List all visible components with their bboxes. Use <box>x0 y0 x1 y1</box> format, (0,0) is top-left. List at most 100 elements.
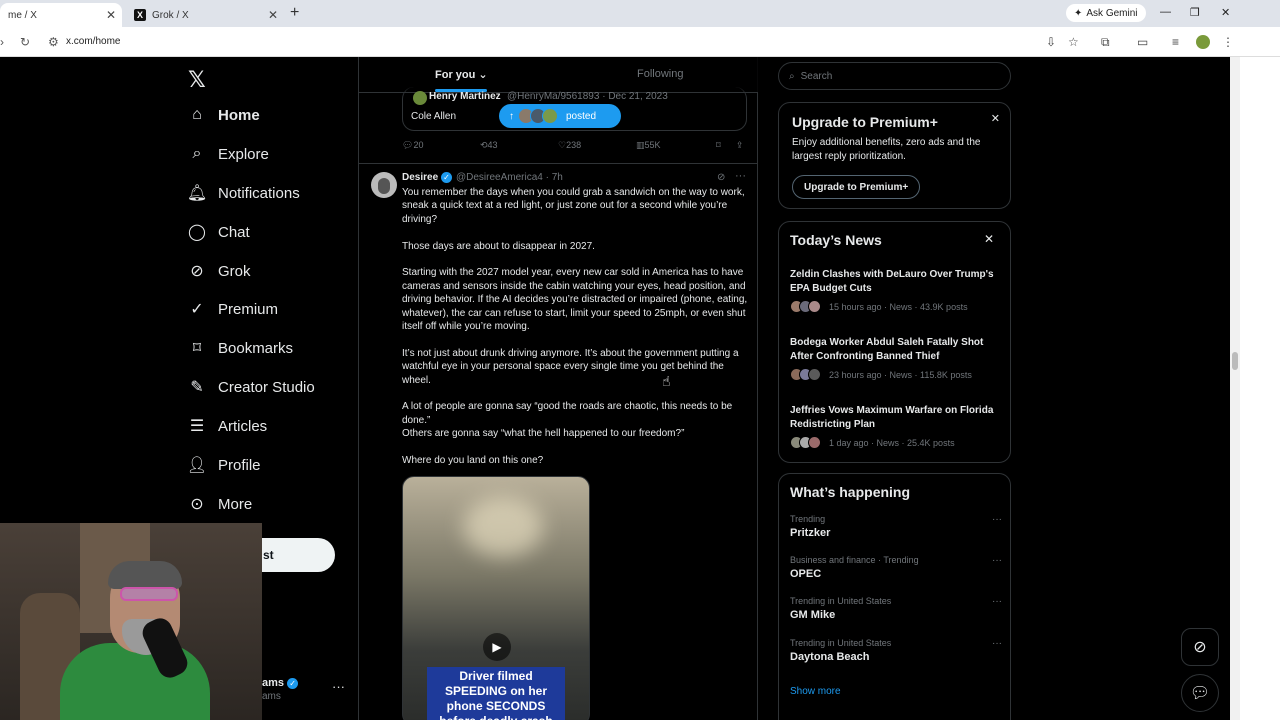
site-info-icon[interactable]: ⚙ <box>48 35 59 49</box>
avatar[interactable] <box>371 172 397 198</box>
nav-label: Explore <box>218 145 269 163</box>
account-handle: ams <box>262 691 281 702</box>
ask-gemini-label: Ask Gemini <box>1086 7 1138 19</box>
trend-item[interactable]: Trending in United States GM Mike ··· <box>790 596 1002 621</box>
more-options-icon[interactable]: ··· <box>992 514 1002 525</box>
more-options-icon[interactable]: ··· <box>735 170 746 182</box>
nav-item-premium[interactable]: ✓ Premium <box>186 294 278 324</box>
author-name-text: Desiree <box>402 172 439 184</box>
nav-item-notifications[interactable]: 🔔︎ Notifications <box>186 178 300 208</box>
show-more-link[interactable]: Show more <box>790 686 841 697</box>
close-icon[interactable]: ✕ <box>991 112 1000 125</box>
premium-icon: ✓ <box>190 301 204 318</box>
grok-explain-icon[interactable]: ⊘ <box>717 172 725 183</box>
chat-icon: ◯ <box>188 224 206 241</box>
post-paragraph: Those days are about to disappear in 202… <box>402 240 595 252</box>
close-tab-icon[interactable]: ✕ <box>268 8 278 22</box>
close-tab-icon[interactable]: ✕ <box>106 8 116 22</box>
grok-fab-icon[interactable]: ⊘ <box>1181 628 1219 666</box>
news-headline: Jeffries Vows Maximum Warfare on Florida… <box>790 405 994 430</box>
nav-item-chat[interactable]: ◯ Chat <box>186 217 250 247</box>
media-icon[interactable]: ≡ <box>1172 35 1179 49</box>
premium-description: Enjoy additional benefits, zero ads and … <box>792 137 981 162</box>
trend-item[interactable]: Trending in United States Daytona Beach … <box>790 638 1002 663</box>
news-title: Today’s News <box>790 232 882 248</box>
close-icon[interactable]: ✕ <box>984 232 994 246</box>
x-logo-icon[interactable]: 𝕏 <box>188 67 206 93</box>
gemini-sparkle-icon: ✦ <box>1074 7 1083 19</box>
messages-fab-icon[interactable]: 💬︎ <box>1181 674 1219 712</box>
account-switcher[interactable]: ams ✓ <box>262 677 299 689</box>
quoted-post[interactable]: Henry Martinez @HenryMa/9561893 · Dec 21… <box>402 87 747 131</box>
account-name: ams <box>262 677 285 689</box>
ask-gemini-button[interactable]: ✦ Ask Gemini <box>1066 4 1146 22</box>
restore-icon[interactable]: ❐ <box>1190 6 1200 19</box>
articles-icon: ☰ <box>189 418 205 435</box>
views-button[interactable]: ▥ 55K <box>636 140 661 151</box>
more-options-icon[interactable]: ··· <box>992 596 1002 607</box>
extensions-icon[interactable]: ⧉ <box>1101 35 1110 50</box>
upgrade-premium-button[interactable]: Upgrade to Premium+ <box>792 175 921 199</box>
share-icon[interactable]: ⇪ <box>736 140 744 151</box>
trend-item[interactable]: Trending Pritzker ··· <box>790 514 1002 539</box>
avatar <box>413 91 427 105</box>
nav-label: More <box>218 495 253 513</box>
nav-item-profile[interactable]: 👤︎ Profile <box>186 450 261 480</box>
profile-avatar-icon[interactable] <box>1196 35 1210 49</box>
video-player[interactable]: ▶ Driver filmed SPEEDING on her phone SE… <box>402 476 590 720</box>
nav-item-grok[interactable]: ⊘ Grok <box>186 256 250 286</box>
news-avatars <box>790 436 821 449</box>
page-scrollbar[interactable] <box>1230 57 1240 720</box>
reply-button[interactable]: 💬︎ 20 <box>402 140 423 151</box>
search-placeholder: Search <box>800 70 833 82</box>
author-handle[interactable]: @DesireeAmerica4 · 7h <box>456 172 563 183</box>
bookmark-star-icon[interactable]: ☆ <box>1068 35 1079 49</box>
news-meta: 15 hours ago · News · 43.9K posts <box>829 301 968 312</box>
trend-name: OPEC <box>790 568 822 580</box>
bookmark-icon[interactable]: ⌑ <box>716 140 721 151</box>
search-input[interactable]: ⌕ Search <box>778 62 1011 90</box>
menu-kebab-icon[interactable]: ⋮ <box>1222 35 1234 49</box>
timeline: For you ⌄ Following Henry Martinez @Henr… <box>358 57 758 720</box>
more-options-icon[interactable]: ··· <box>992 638 1002 649</box>
nav-item-more[interactable]: ⊙ More <box>186 489 252 519</box>
x-favicon-icon: X <box>134 9 146 21</box>
minimize-icon[interactable]: — <box>1160 6 1171 18</box>
nav-item-home[interactable]: ⌂ Home <box>186 100 260 130</box>
news-item[interactable]: Bodega Worker Abdul Saleh Fatally Shot A… <box>790 336 1002 381</box>
tab-for-you[interactable]: For you ⌄ <box>435 68 488 81</box>
quote-author-handle: @HenryMa/9561893 · Dec 21, 2023 <box>507 91 668 102</box>
browser-tab-bar: me / X ✕ X Grok / X ✕ + ✦ Ask Gemini — ❐… <box>0 0 1280 27</box>
forward-icon[interactable]: › <box>0 35 4 49</box>
browser-tab-grok[interactable]: X Grok / X ✕ <box>126 3 284 27</box>
tab-following[interactable]: Following <box>637 68 683 80</box>
news-item[interactable]: Jeffries Vows Maximum Warfare on Florida… <box>790 404 1002 449</box>
post-button[interactable]: st <box>261 538 335 572</box>
post[interactable]: Desiree ✓ @DesireeAmerica4 · 7h ⊘ ··· Yo… <box>359 163 758 720</box>
url-field[interactable]: x.com/home <box>66 36 120 47</box>
new-posts-pill[interactable]: ↑ posted <box>499 104 621 128</box>
more-options-icon[interactable]: ··· <box>992 555 1002 566</box>
account-more-icon[interactable]: ··· <box>332 679 345 694</box>
bookmark-icon: ⌑ <box>192 340 202 357</box>
browser-tab-x-home[interactable]: me / X ✕ <box>0 3 122 27</box>
reload-icon[interactable]: ↻ <box>20 35 30 49</box>
nav-item-explore[interactable]: ⌕ Explore <box>186 139 269 169</box>
nav-label: Premium <box>218 300 279 318</box>
author-name[interactable]: Desiree ✓ <box>402 172 452 183</box>
install-app-icon[interactable]: ⇩ <box>1046 35 1056 49</box>
nav-item-creator-studio[interactable]: ✎ Creator Studio <box>186 372 314 402</box>
trend-item[interactable]: Business and finance · Trending OPEC ··· <box>790 555 1002 580</box>
like-button[interactable]: ♡ 238 <box>558 140 581 151</box>
nav-item-articles[interactable]: ☰ Articles <box>186 411 267 441</box>
close-window-icon[interactable]: ✕ <box>1221 6 1230 19</box>
new-tab-icon[interactable]: + <box>290 4 299 22</box>
nav-item-bookmarks[interactable]: ⌑ Bookmarks <box>186 333 293 363</box>
news-item[interactable]: Zeldin Clashes with DeLauro Over Trump's… <box>790 268 1002 313</box>
play-icon[interactable]: ▶ <box>483 633 511 661</box>
scroll-thumb[interactable] <box>1232 352 1238 370</box>
split-view-icon[interactable]: ▭ <box>1137 35 1148 49</box>
x-page: 𝕏 ⌂ Home ⌕ Explore 🔔︎ Notifications ◯ Ch… <box>0 57 1240 720</box>
nav-label: Home <box>218 106 260 124</box>
repost-button[interactable]: ⟲ 43 <box>480 140 498 151</box>
